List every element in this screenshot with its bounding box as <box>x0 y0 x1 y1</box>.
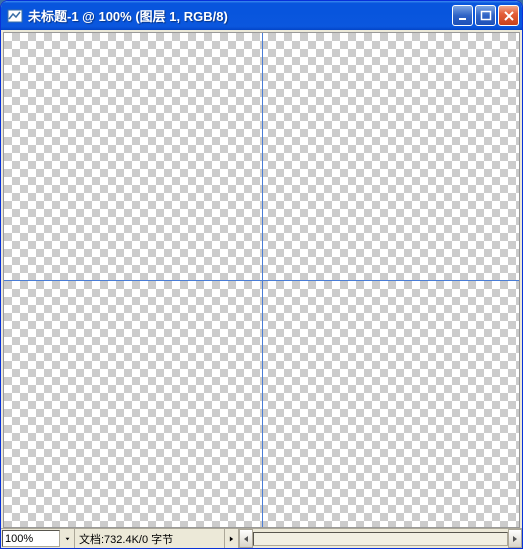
zoom-field[interactable]: 100% <box>2 530 60 547</box>
maximize-button[interactable] <box>475 5 496 26</box>
statusbar: 100% 文档:732.4K/0 字节 <box>1 528 522 548</box>
close-button[interactable] <box>498 5 519 26</box>
scroll-right-button[interactable] <box>508 529 522 548</box>
scroll-track[interactable] <box>253 532 508 546</box>
window-controls <box>452 5 519 26</box>
horizontal-scrollbar[interactable] <box>239 529 522 548</box>
scroll-left-button[interactable] <box>239 529 253 548</box>
canvas[interactable] <box>3 32 520 528</box>
titlebar[interactable]: 未标题-1 @ 100% (图层 1, RGB/8) <box>1 1 522 30</box>
app-icon <box>7 8 23 24</box>
expand-button[interactable] <box>61 529 75 548</box>
minimize-button[interactable] <box>452 5 473 26</box>
document-window: 未标题-1 @ 100% (图层 1, RGB/8) 100% 文档:732.4… <box>0 0 523 549</box>
document-info: 文档:732.4K/0 字节 <box>75 529 225 548</box>
window-title: 未标题-1 @ 100% (图层 1, RGB/8) <box>28 6 452 25</box>
horizontal-guide[interactable] <box>4 280 519 281</box>
info-expand-button[interactable] <box>225 529 239 548</box>
